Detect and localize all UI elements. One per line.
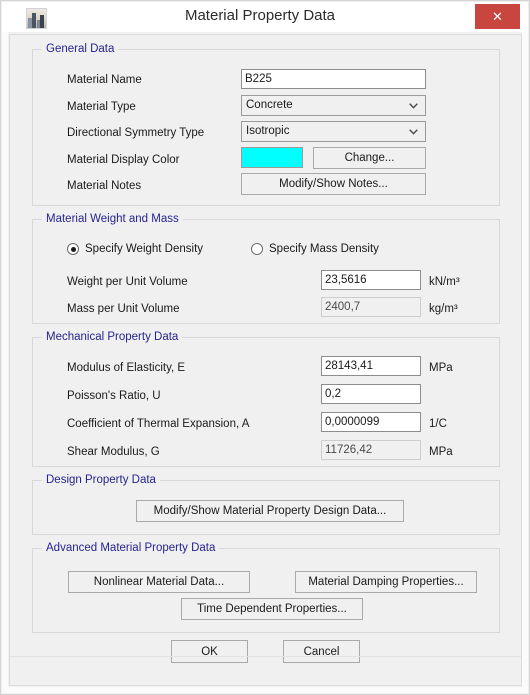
shear-modulus-input[interactable] [321, 440, 421, 460]
chevron-down-icon [409, 129, 418, 135]
dialog-client-area: General Data Material Name Material Type… [9, 34, 522, 686]
time-dependent-properties-button[interactable]: Time Dependent Properties... [181, 598, 363, 620]
poissons-ratio-input[interactable] [321, 384, 421, 404]
group-general-data-legend: General Data [42, 43, 119, 55]
label-modulus-of-elasticity: Modulus of Elasticity, E [67, 362, 186, 374]
modulus-of-elasticity-input[interactable] [321, 356, 421, 376]
group-mechanical-legend: Mechanical Property Data [42, 331, 183, 343]
unit-mass-per-unit-volume: kg/m³ [429, 303, 458, 315]
nonlinear-material-data-button[interactable]: Nonlinear Material Data... [68, 571, 250, 593]
window-frame-bottom [2, 687, 528, 693]
label-mass-per-unit-volume: Mass per Unit Volume [67, 303, 180, 315]
label-material-type: Material Type [67, 101, 136, 113]
coefficient-of-thermal-expansion-input[interactable] [321, 412, 421, 432]
radio-label-weight-density: Specify Weight Density [85, 243, 204, 255]
label-material-display-color: Material Display Color [67, 154, 180, 166]
material-damping-properties-button[interactable]: Material Damping Properties... [295, 571, 477, 593]
chevron-down-icon [409, 103, 418, 109]
label-material-notes: Material Notes [67, 180, 142, 192]
group-advanced-material-property-data: Advanced Material Property Data Nonlinea… [32, 542, 500, 633]
material-display-color-swatch[interactable] [241, 147, 303, 168]
group-design-property-legend: Design Property Data [42, 474, 160, 486]
label-weight-per-unit-volume: Weight per Unit Volume [67, 276, 188, 288]
close-icon[interactable]: ✕ [475, 4, 520, 29]
directional-symmetry-type-select[interactable]: Isotropic [241, 121, 426, 142]
label-shear-modulus: Shear Modulus, G [67, 446, 160, 458]
dialog-window: Material Property Data ✕ General Data Ma… [0, 0, 530, 695]
label-poissons-ratio: Poisson's Ratio, U [67, 390, 161, 402]
unit-shear-modulus: MPa [429, 446, 453, 458]
title-bar: Material Property Data ✕ [2, 2, 528, 32]
modify-show-notes-button[interactable]: Modify/Show Notes... [241, 173, 426, 195]
unit-coefficient-of-thermal-expansion: 1/C [429, 418, 447, 430]
ok-button[interactable]: OK [171, 640, 248, 663]
window-frame-right [522, 2, 528, 693]
label-directional-symmetry-type: Directional Symmetry Type [67, 127, 205, 139]
window-frame-left [2, 2, 8, 693]
label-coefficient-of-thermal-expansion: Coefficient of Thermal Expansion, A [67, 418, 250, 430]
footer-separator [10, 656, 521, 657]
group-material-weight-and-mass: Material Weight and Mass Specify Weight … [32, 213, 500, 324]
group-weight-mass-legend: Material Weight and Mass [42, 213, 183, 225]
radio-label-mass-density: Specify Mass Density [269, 243, 379, 255]
unit-modulus-of-elasticity: MPa [429, 362, 453, 374]
radio-specify-weight-density[interactable]: Specify Weight Density [67, 242, 237, 257]
weight-per-unit-volume-input[interactable] [321, 270, 421, 290]
building-skyline-icon [26, 8, 47, 29]
modify-show-material-property-design-data-button[interactable]: Modify/Show Material Property Design Dat… [136, 500, 404, 522]
group-mechanical-property-data: Mechanical Property Data Modulus of Elas… [32, 331, 500, 467]
cancel-button[interactable]: Cancel [283, 640, 360, 663]
group-general-data: General Data Material Name Material Type… [32, 43, 500, 206]
directional-symmetry-type-value: Isotropic [246, 125, 290, 137]
material-type-value: Concrete [246, 99, 293, 111]
radio-dot-mass [251, 243, 263, 255]
material-type-select[interactable]: Concrete [241, 95, 426, 116]
radio-specify-mass-density[interactable]: Specify Mass Density [251, 242, 416, 257]
label-material-name: Material Name [67, 74, 142, 86]
unit-weight-per-unit-volume: kN/m³ [429, 276, 460, 288]
group-advanced-legend: Advanced Material Property Data [42, 542, 220, 554]
mass-per-unit-volume-input[interactable] [321, 297, 421, 317]
window-title: Material Property Data [184, 7, 336, 24]
change-color-button[interactable]: Change... [313, 147, 426, 169]
material-name-input[interactable] [241, 69, 426, 89]
group-design-property-data: Design Property Data Modify/Show Materia… [32, 474, 500, 535]
radio-dot-weight [67, 243, 79, 255]
